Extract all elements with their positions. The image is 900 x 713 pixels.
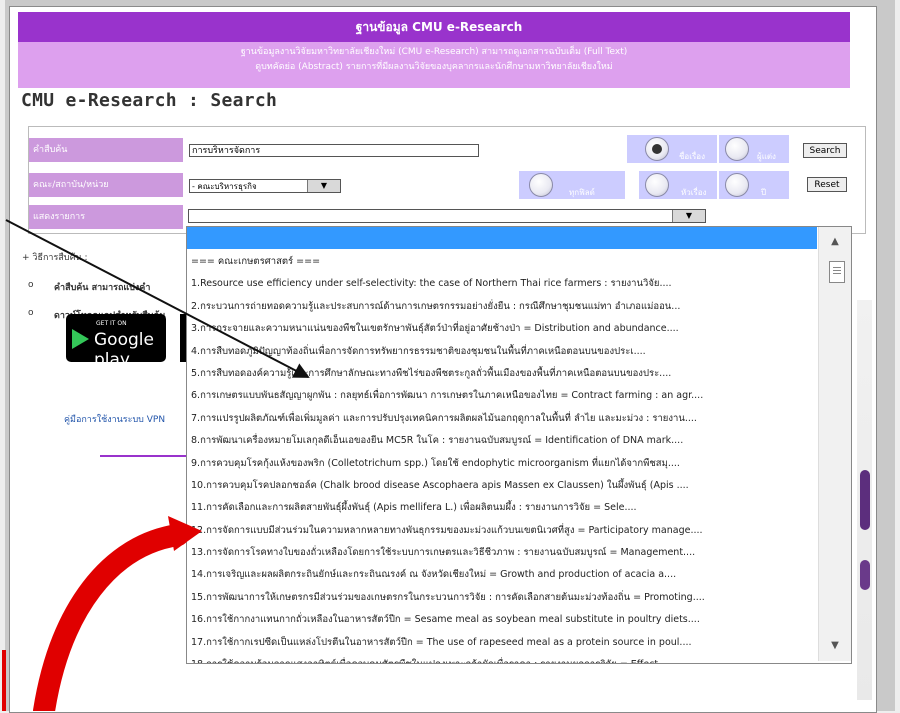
annotation-arrows	[2, 219, 310, 711]
pointer-arrow	[5, 219, 310, 378]
red-curved-arrow	[33, 524, 189, 711]
red-arrow-head	[168, 516, 202, 551]
